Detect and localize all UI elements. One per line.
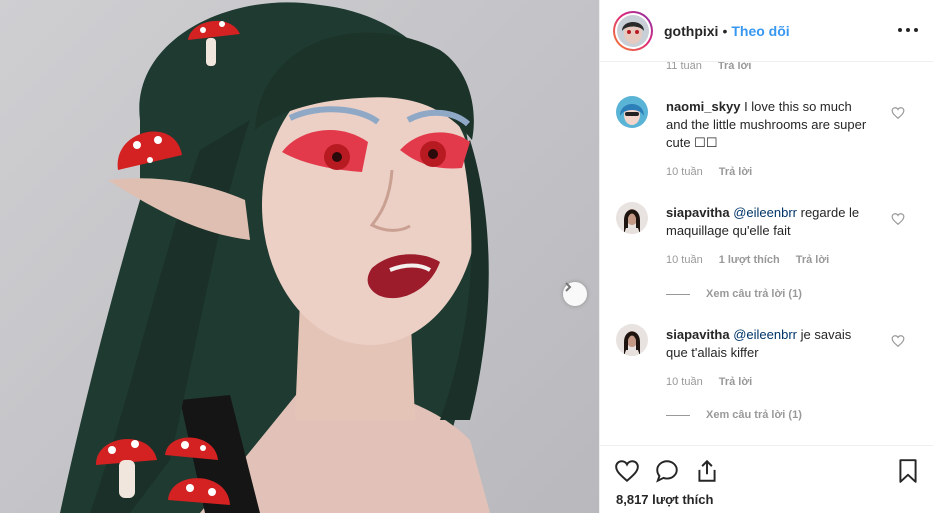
reply-button[interactable]: Trả lời	[719, 376, 753, 388]
comment-username[interactable]: naomi_skyy	[666, 99, 740, 114]
reply-button[interactable]: Trả lời	[796, 254, 830, 266]
comment-like-count[interactable]: 1 lượt thích	[719, 254, 780, 266]
portrait-illustration	[60, 2, 490, 513]
author-username[interactable]: gothpixi	[664, 23, 718, 39]
comments-list[interactable]: 11 tuần Trả lời naomi_skyy I love this s…	[600, 62, 933, 445]
reply-button[interactable]: Trả lời	[718, 62, 752, 72]
more-options-icon[interactable]	[898, 22, 918, 38]
comment-username[interactable]: siapavitha	[666, 205, 730, 220]
view-replies-button[interactable]: Xem câu trả lời (1)	[666, 288, 802, 300]
avatar-icon	[616, 202, 648, 234]
post-header: gothpixi • Theo dõi	[600, 0, 933, 62]
divider-line	[666, 293, 690, 295]
view-replies-label[interactable]: Xem câu trả lời (1)	[706, 409, 802, 421]
heart-icon[interactable]	[614, 458, 640, 484]
commenter-avatar[interactable]	[616, 324, 648, 356]
avatar-icon	[616, 324, 648, 356]
comment-body: siapavitha @eileenbrr je savais que t'al…	[666, 326, 876, 362]
post-actions: 8,817 lượt thích	[600, 445, 933, 513]
like-comment-heart-icon[interactable]	[891, 212, 905, 226]
commenter-avatar[interactable]	[616, 96, 648, 128]
like-comment-heart-icon[interactable]	[891, 106, 905, 120]
commenter-avatar[interactable]	[616, 202, 648, 234]
follow-button[interactable]: Theo dõi	[731, 23, 789, 39]
comment-mention[interactable]: @eileenbrr	[733, 327, 797, 342]
comment-meta: 10 tuần Trả lời	[666, 166, 768, 178]
post-photo[interactable]	[0, 0, 599, 513]
comment-meta: 10 tuần Trả lời	[666, 376, 768, 388]
share-icon[interactable]	[694, 458, 720, 484]
comment-time: 10 tuần	[666, 166, 703, 178]
comment-meta-partial: 11 tuần Trả lời	[666, 62, 767, 72]
comment-time: 11 tuần	[666, 62, 702, 72]
divider-line	[666, 414, 690, 416]
comment-username[interactable]: siapavitha	[666, 327, 730, 342]
instagram-post-modal: gothpixi • Theo dõi 11 tuần Trả lời naom…	[0, 0, 933, 513]
bookmark-icon[interactable]	[895, 458, 921, 484]
comment-mention[interactable]: @eileenbrr	[733, 205, 797, 220]
next-photo-button[interactable]	[563, 282, 587, 306]
view-replies-button[interactable]: Xem câu trả lời (1)	[666, 409, 802, 421]
comment-time: 10 tuần	[666, 376, 703, 388]
avatar-icon	[616, 96, 648, 128]
post-sidebar: gothpixi • Theo dõi 11 tuần Trả lời naom…	[599, 0, 933, 513]
reply-button[interactable]: Trả lời	[719, 166, 753, 178]
comment-icon[interactable]	[654, 458, 680, 484]
chevron-right-icon	[565, 282, 572, 292]
like-comment-heart-icon[interactable]	[891, 334, 905, 348]
post-like-count[interactable]: 8,817 lượt thích	[616, 492, 713, 507]
separator-dot: •	[722, 22, 728, 39]
view-replies-label[interactable]: Xem câu trả lời (1)	[706, 288, 802, 300]
comment-time: 10 tuần	[666, 254, 703, 266]
comment-body: naomi_skyy I love this so much and the l…	[666, 98, 876, 152]
author-avatar[interactable]	[613, 10, 653, 51]
comment-meta: 10 tuần 1 lượt thích Trả lời	[666, 254, 845, 266]
author-avatar-icon	[617, 14, 649, 47]
comment-body: siapavitha @eileenbrr regarde le maquill…	[666, 204, 876, 240]
